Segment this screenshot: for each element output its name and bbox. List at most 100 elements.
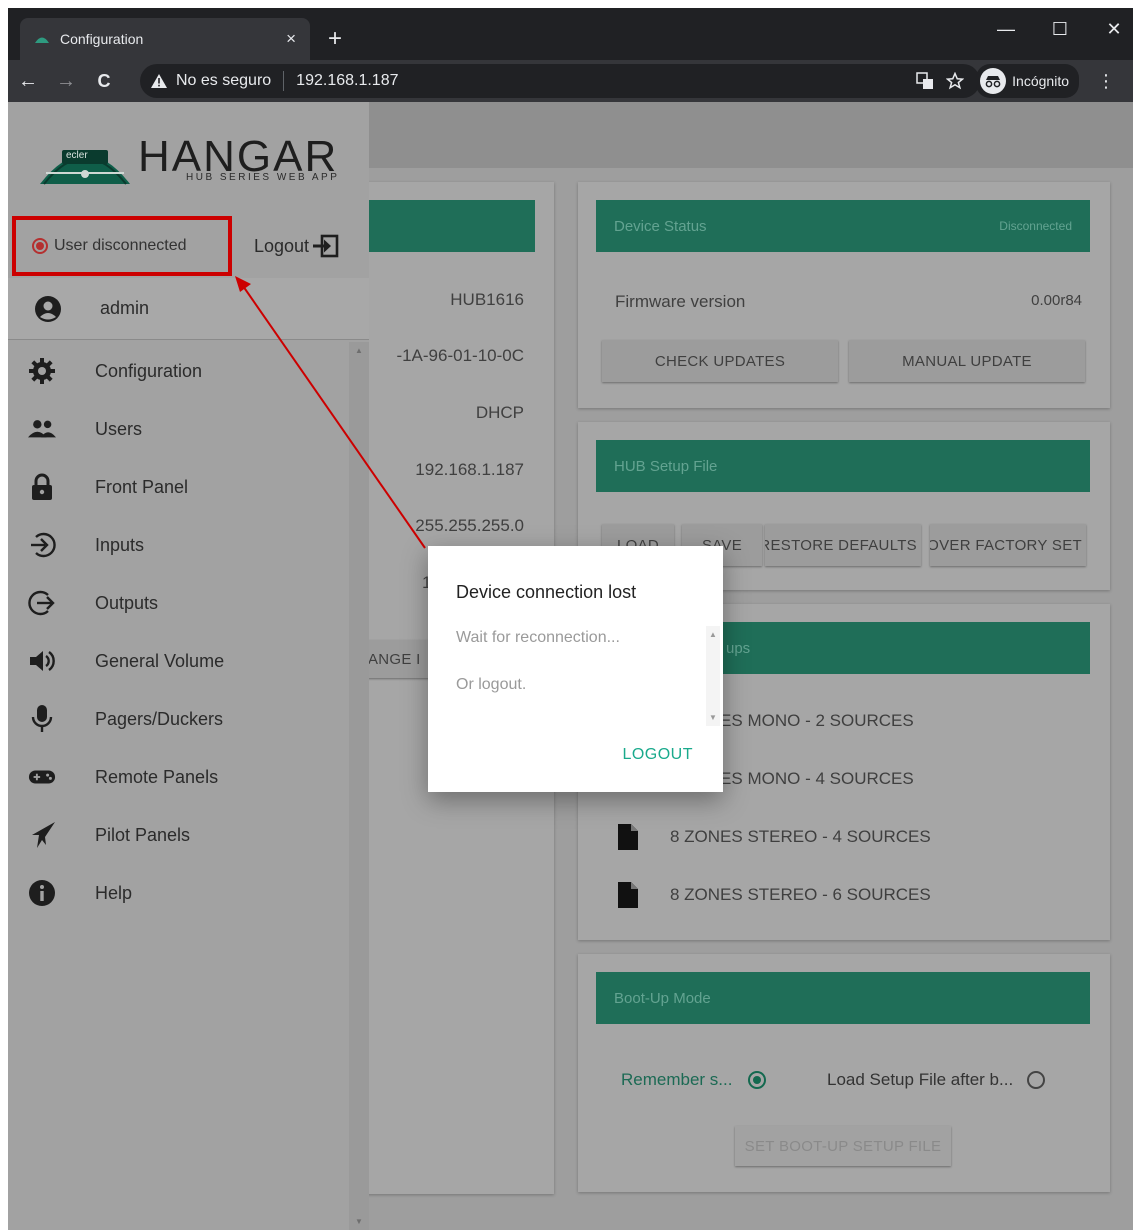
nav-item-help[interactable]: Help	[8, 864, 349, 922]
bootup-card: Boot-Up Mode Remember s... Load Setup Fi…	[578, 954, 1110, 1192]
dialog-logout-button[interactable]: LOGOUT	[622, 746, 693, 764]
scroll-up-icon[interactable]: ▲	[355, 346, 363, 355]
restore-defaults-button[interactable]: RESTORE DEFAULTS	[765, 524, 921, 566]
browser-chrome: Configuration × + — ☐ ✕ ← → C No es segu…	[8, 8, 1133, 102]
setup-item-label: 8 ZONES STEREO - 6 SOURCES	[670, 885, 931, 904]
warning-icon	[151, 74, 167, 88]
setup-file-header: HUB Setup File	[596, 440, 1090, 492]
setup-item-3[interactable]: 8 ZONES STEREO - 4 SOURCES	[618, 824, 931, 850]
logo-subtitle: HUB SERIES WEB APP	[186, 172, 340, 183]
nav-item-label: Pagers/Duckers	[95, 708, 224, 729]
output-arrow-icon	[28, 589, 56, 617]
maximize-button[interactable]: ☐	[1037, 12, 1083, 46]
device-status-state: Disconnected	[999, 219, 1072, 233]
nav-item-configuration[interactable]: Configuration	[8, 342, 349, 400]
tab-close-icon[interactable]: ×	[286, 29, 296, 49]
input-arrow-icon	[28, 531, 56, 559]
scroll-down-icon[interactable]: ▼	[355, 1217, 363, 1226]
recover-factory-button[interactable]: RECOVER FACTORY SET	[930, 524, 1086, 566]
nav-item-label: Help	[95, 882, 133, 903]
tab-title: Configuration	[60, 31, 144, 47]
bootup-title: Boot-Up Mode	[614, 989, 711, 1007]
security-label[interactable]: No es seguro	[176, 72, 271, 90]
set-bootup-file-button[interactable]: SET BOOT-UP SETUP FILE	[735, 1126, 951, 1166]
mac-value: -1A-96-01-10-0C	[396, 346, 524, 365]
incognito-label: Incógnito	[1012, 73, 1069, 89]
nav-item-label: Front Panel	[95, 476, 189, 497]
logout-label: Logout	[254, 235, 310, 256]
window-close-button[interactable]: ✕	[1091, 12, 1133, 46]
navigation-drawer: ecler HANGAR HUB SERIES WEB APP User dis…	[8, 102, 369, 1230]
manual-update-button[interactable]: MANUAL UPDATE	[849, 340, 1085, 382]
current-user[interactable]: admin	[8, 278, 369, 340]
firmware-value: 0.00r84	[1031, 292, 1082, 309]
incognito-icon	[980, 68, 1007, 94]
tab-strip: Configuration × + — ☐ ✕	[8, 8, 1133, 60]
nav-item-pagers-duckers[interactable]: Pagers/Duckers	[8, 690, 349, 748]
browser-menu-icon[interactable]: ⋮	[1091, 71, 1121, 92]
nav-item-label: Inputs	[95, 534, 145, 555]
nav-item-users[interactable]: Users	[8, 400, 349, 458]
device-status-header: Device Status Disconnected	[596, 200, 1090, 252]
firmware-label: Firmware version	[615, 292, 746, 311]
radio-checked-icon[interactable]	[748, 1071, 767, 1089]
bootup-option-remember-label: Remember s...	[621, 1070, 733, 1089]
nav-item-label: Pilot Panels	[95, 824, 191, 845]
nav-item-front-panel[interactable]: Front Panel	[8, 458, 349, 516]
change-ip-button[interactable]: ANGE I	[360, 640, 430, 678]
bootup-option-load-label: Load Setup File after b...	[827, 1070, 1014, 1089]
scroll-up-icon[interactable]: ▲	[709, 630, 717, 639]
browser-toolbar: ← → C No es seguro 192.168.1.187 Incógni…	[8, 60, 1133, 102]
ip-value: 192.168.1.187	[415, 460, 524, 479]
bootup-option-load[interactable]: Load Setup File after b...	[827, 1070, 1046, 1090]
nav-item-general-volume[interactable]: General Volume	[8, 632, 349, 690]
nav-item-pilot-panels[interactable]: Pilot Panels	[8, 806, 349, 864]
lock-icon	[28, 473, 56, 501]
user-name: admin	[100, 298, 150, 318]
bookmark-star-icon[interactable]	[946, 72, 965, 90]
radio-unchecked-icon[interactable]	[1027, 1071, 1046, 1089]
nav-item-inputs[interactable]: Inputs	[8, 516, 349, 574]
back-button[interactable]: ←	[10, 63, 46, 99]
nav-item-remote-panels[interactable]: Remote Panels	[8, 748, 349, 806]
model-value: HUB1616	[450, 290, 524, 309]
new-tab-button[interactable]: +	[318, 22, 352, 56]
logout-icon	[313, 234, 339, 258]
gamepad-icon	[28, 763, 56, 791]
dialog-message-wait: Wait for reconnection...	[456, 629, 620, 646]
nav-item-label: Configuration	[95, 360, 203, 381]
scroll-down-icon[interactable]: ▼	[709, 713, 717, 722]
status-dot-icon	[32, 238, 48, 254]
connection-lost-dialog: Device connection lost Wait for reconnec…	[428, 546, 723, 792]
dialog-title: Device connection lost	[456, 582, 637, 602]
incognito-badge[interactable]: Incógnito	[976, 64, 1079, 98]
drawer-scrollbar[interactable]: ▲ ▼	[349, 342, 369, 1230]
users-icon	[28, 415, 56, 443]
user-status-label: User disconnected	[54, 237, 187, 254]
gear-icon	[28, 357, 56, 385]
nav-item-outputs[interactable]: Outputs	[8, 574, 349, 632]
bootup-option-remember[interactable]: Remember s...	[621, 1070, 767, 1090]
bootup-header: Boot-Up Mode	[596, 972, 1090, 1024]
browser-tab[interactable]: Configuration ×	[20, 18, 310, 60]
user-status: User disconnected	[12, 216, 232, 276]
check-updates-button[interactable]: CHECK UPDATES	[602, 340, 838, 382]
address-bar[interactable]: No es seguro 192.168.1.187	[140, 64, 980, 98]
nav-item-label: General Volume	[95, 650, 225, 671]
reload-button[interactable]: C	[86, 63, 122, 99]
setups-title: ups	[726, 639, 751, 657]
minimize-button[interactable]: —	[983, 12, 1029, 46]
logout-link[interactable]: Logout	[254, 234, 339, 258]
mask-value: 255.255.255.0	[415, 516, 524, 535]
translate-icon[interactable]	[916, 72, 934, 90]
nav-item-label: Users	[95, 418, 143, 439]
hangar-favicon-icon	[35, 37, 49, 43]
microphone-icon	[28, 705, 56, 733]
device-status-title: Device Status	[614, 217, 707, 235]
nav-item-label: Outputs	[95, 592, 159, 613]
setup-file-title: HUB Setup File	[614, 457, 718, 475]
setup-item-4[interactable]: 8 ZONES STEREO - 6 SOURCES	[618, 882, 931, 908]
forward-button[interactable]: →	[48, 63, 84, 99]
url-text[interactable]: 192.168.1.187	[296, 72, 398, 90]
dialog-scrollbar[interactable]: ▲ ▼	[706, 626, 720, 726]
